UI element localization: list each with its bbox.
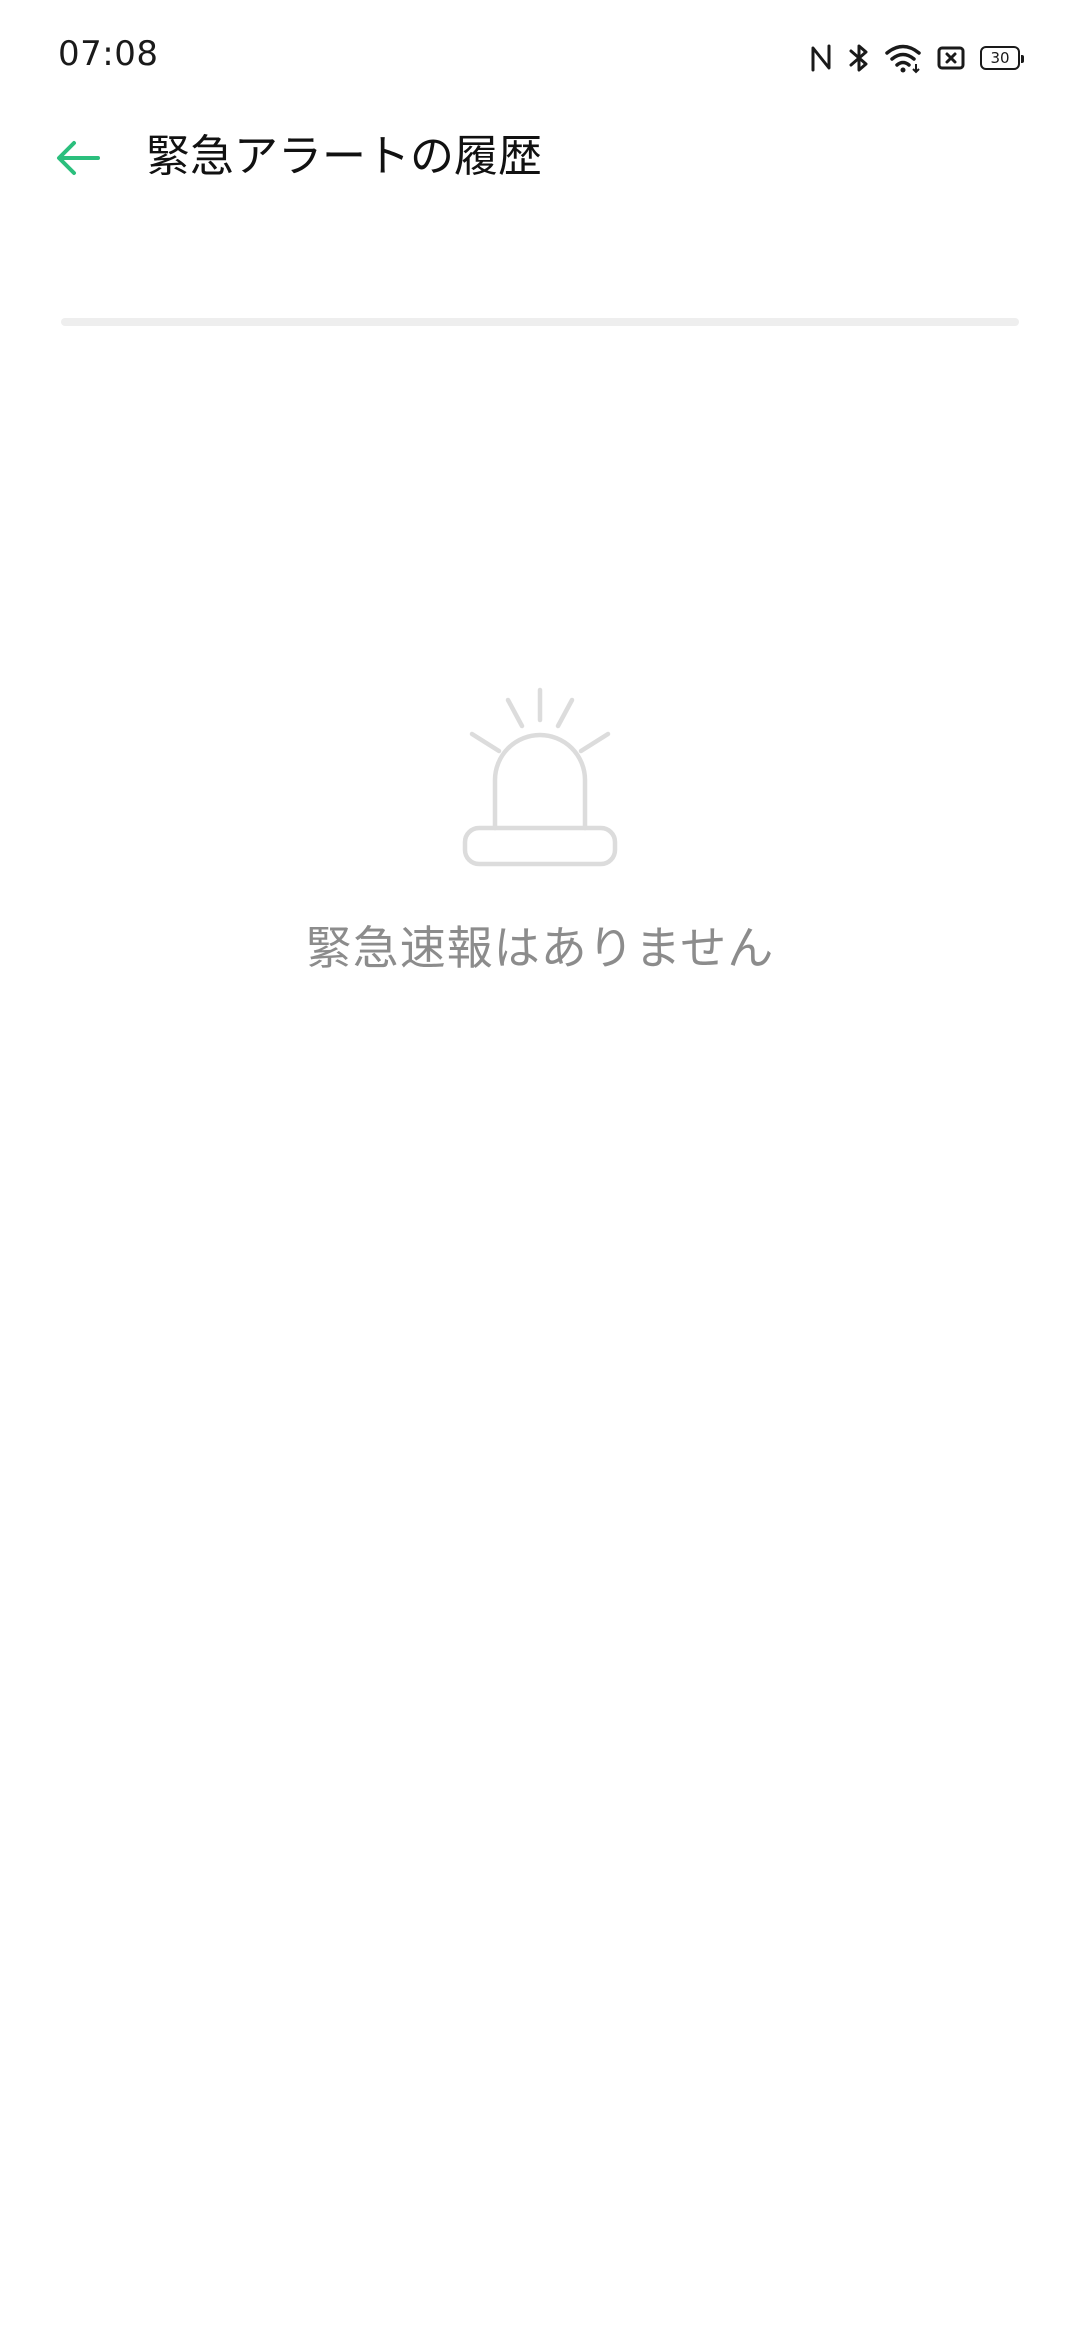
nfc-icon bbox=[808, 42, 834, 74]
toolbar-divider bbox=[61, 318, 1019, 326]
empty-state: 緊急速報はありません bbox=[0, 680, 1080, 978]
empty-message: 緊急速報はありません bbox=[305, 921, 775, 975]
status-time: 07:08 bbox=[58, 34, 159, 74]
wifi-icon bbox=[884, 42, 922, 74]
bluetooth-icon bbox=[848, 42, 870, 74]
status-icons: 30 bbox=[808, 38, 1024, 78]
siren-icon bbox=[462, 687, 618, 867]
back-button[interactable] bbox=[44, 124, 112, 192]
toolbar: 緊急アラートの履歴 bbox=[0, 110, 1080, 326]
sim-off-icon bbox=[936, 43, 966, 73]
battery-level: 30 bbox=[990, 48, 1010, 67]
battery-icon: 30 bbox=[980, 46, 1024, 70]
screen: 07:08 30 緊急アラートの履歴 緊急速報はありません bbox=[0, 0, 1080, 2340]
arrow-left-icon bbox=[57, 141, 100, 175]
status-bar: 07:08 30 bbox=[0, 0, 1080, 110]
page-title: 緊急アラートの履歴 bbox=[146, 131, 542, 182]
